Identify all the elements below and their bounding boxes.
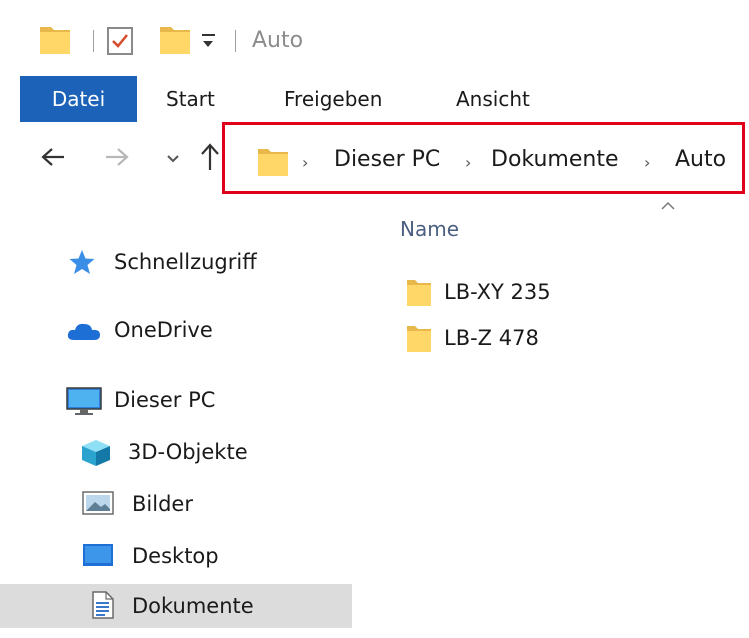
sort-ascending-icon [660, 196, 676, 215]
sidebar-item-label: Bilder [132, 492, 193, 516]
cloud-icon [66, 320, 102, 346]
tab-start[interactable]: Start [166, 76, 215, 122]
desktop-icon [82, 542, 114, 572]
recent-locations-chevron-icon[interactable] [166, 150, 180, 169]
sidebar-item-label: Dieser PC [114, 388, 216, 412]
properties-icon[interactable] [106, 26, 134, 60]
sidebar-item-onedrive[interactable]: OneDrive [0, 308, 352, 352]
cube-icon [80, 438, 112, 472]
window-title: Auto [252, 28, 304, 53]
back-arrow-icon[interactable] [40, 146, 66, 172]
sidebar-item-dokumente[interactable]: Dokumente [0, 584, 352, 628]
file-name: LB-Z 478 [444, 326, 539, 350]
tab-freigeben[interactable]: Freigeben [284, 76, 382, 122]
list-item[interactable]: LB-Z 478 [400, 316, 740, 360]
sidebar-item-label: Dokumente [132, 594, 254, 618]
breadcrumb-auto[interactable]: Auto [675, 145, 726, 175]
sidebar-item-label: Schnellzugriff [114, 250, 257, 274]
ribbon-tabs: Datei Start Freigeben Ansicht [0, 76, 749, 122]
tab-datei[interactable]: Datei [20, 76, 137, 122]
breadcrumb-dokumente[interactable]: Dokumente [491, 145, 618, 175]
toolbar-separator [235, 30, 236, 52]
sidebar-item-label: OneDrive [114, 318, 213, 342]
tab-ansicht[interactable]: Ansicht [456, 76, 530, 122]
breadcrumb-separator[interactable]: › [302, 153, 308, 172]
sidebar-item-desktop[interactable]: Desktop [0, 534, 352, 578]
sidebar-item-label: Desktop [132, 544, 219, 568]
toolbar-separator [93, 30, 94, 52]
list-item[interactable]: LB-XY 235 [400, 270, 740, 314]
customize-toolbar-icon[interactable] [202, 30, 215, 50]
breadcrumb-separator[interactable]: › [644, 153, 650, 172]
folder-icon [406, 323, 432, 357]
star-icon [68, 248, 96, 280]
sidebar-item-3d-objekte[interactable]: 3D-Objekte [0, 430, 352, 474]
sidebar-item-bilder[interactable]: Bilder [0, 482, 352, 526]
folder-icon [257, 145, 289, 181]
picture-icon [82, 490, 114, 520]
folder-icon[interactable] [38, 22, 72, 60]
title-bar: Auto [0, 0, 749, 70]
column-header-name[interactable]: Name [400, 214, 459, 244]
sidebar-item-schnellzugriff[interactable]: Schnellzugriff [0, 240, 352, 284]
forward-arrow-icon[interactable] [104, 146, 130, 172]
up-arrow-icon[interactable] [200, 142, 220, 176]
sidebar-item-dieser-pc[interactable]: Dieser PC [0, 378, 352, 422]
address-bar[interactable]: › Dieser PC › Dokumente › Auto [222, 122, 745, 194]
document-icon [92, 591, 114, 623]
new-folder-icon[interactable] [158, 22, 192, 60]
breadcrumb-dieser-pc[interactable]: Dieser PC [334, 145, 440, 175]
file-name: LB-XY 235 [444, 280, 551, 304]
navigation-row: › Dieser PC › Dokumente › Auto [0, 122, 749, 200]
sidebar-item-label: 3D-Objekte [128, 440, 248, 464]
monitor-icon [66, 386, 102, 420]
folder-icon [406, 277, 432, 311]
breadcrumb-separator[interactable]: › [465, 153, 471, 172]
